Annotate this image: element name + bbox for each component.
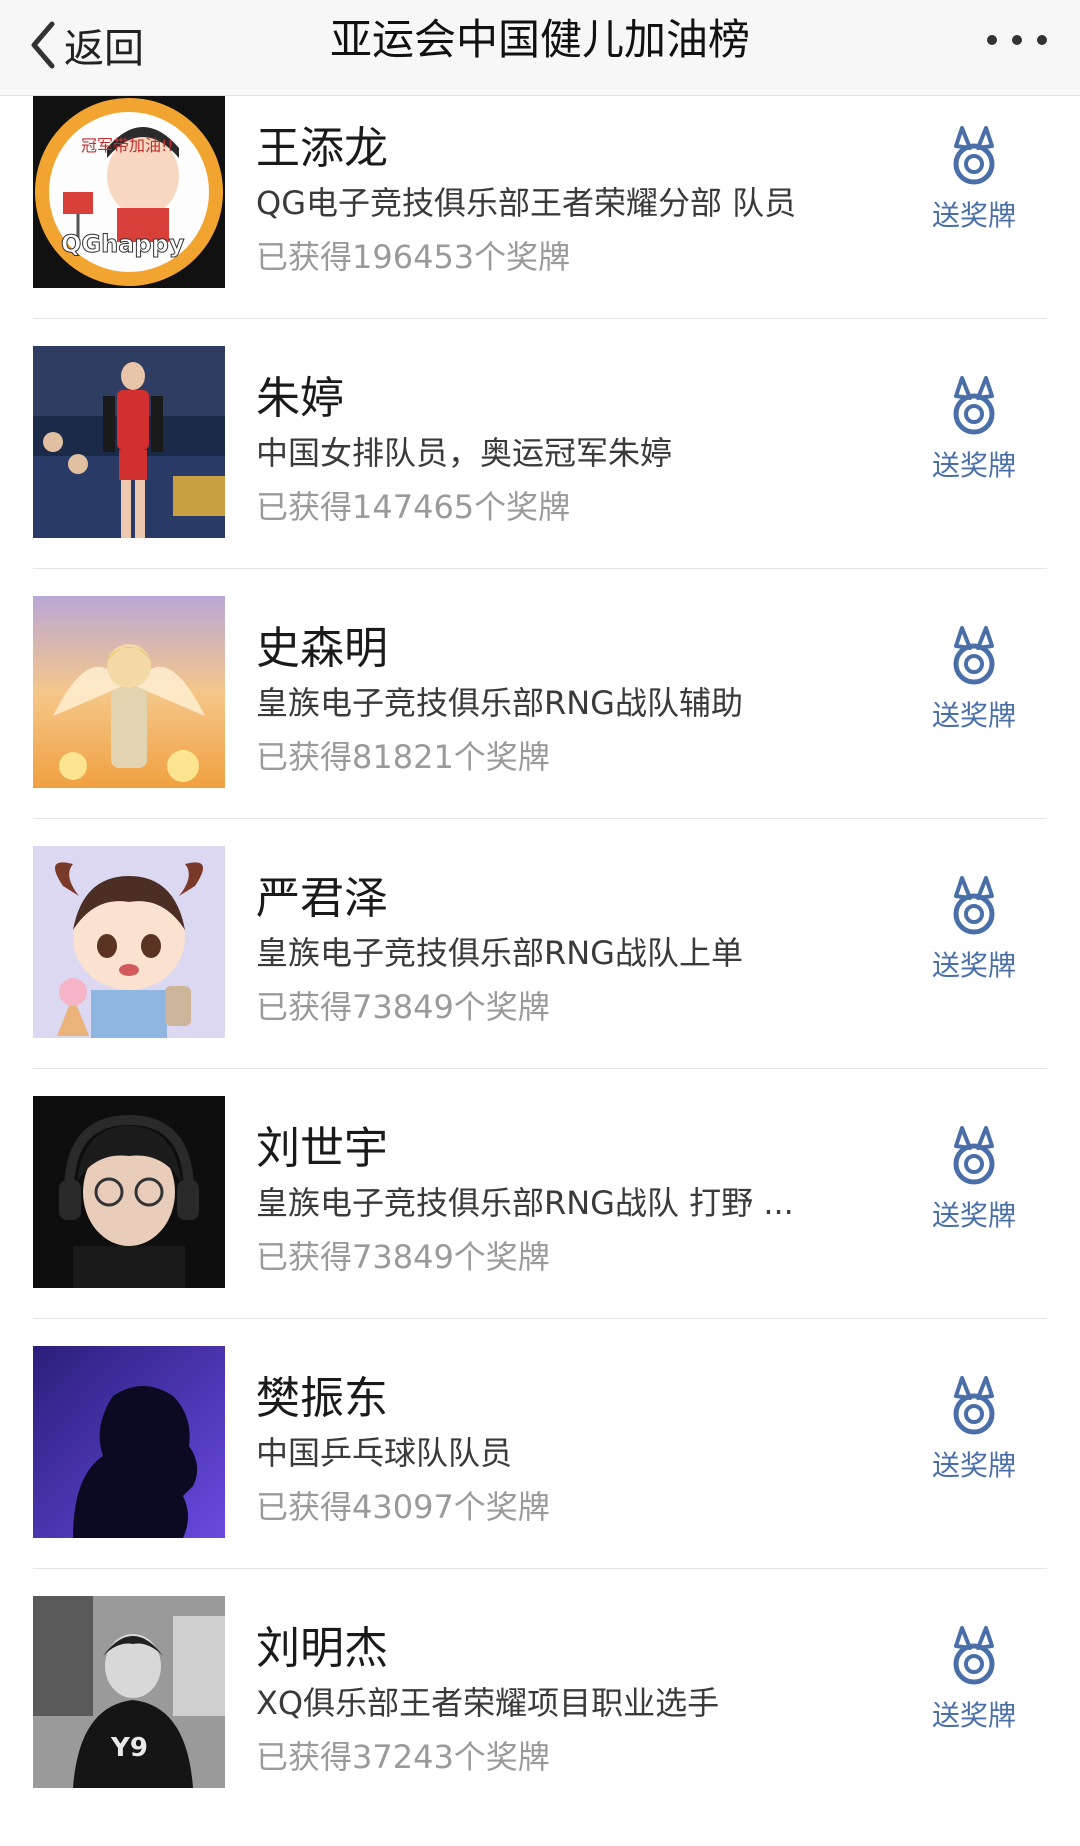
row-divider [33,818,1047,819]
cheer-list: 冠军带加油!! QGhappy Alan 王添龙 QG电子竞技俱乐部王者荣耀分部… [0,96,1080,1846]
row-divider [33,568,1047,569]
row-divider [33,1568,1047,1569]
list-item: 冠军带加油!! QGhappy Alan 王添龙 QG电子竞技俱乐部王者荣耀分部… [0,96,1080,346]
more-button[interactable] [982,22,1052,58]
medal-count: 已获得147465个奖牌 [256,488,571,526]
athlete-desc: 皇族电子竞技俱乐部RNG战队上单 [256,934,743,972]
athlete-name: 严君泽 [256,873,388,924]
row-divider [33,1318,1047,1319]
send-medal-label: 送奖牌 [931,1449,1016,1482]
avatar [33,1346,225,1538]
athlete-desc: 中国乒乓球队队员 [256,1434,513,1472]
send-medal-button[interactable]: 送奖牌 [912,626,1036,746]
send-medal-button[interactable]: 送奖牌 [912,1626,1036,1746]
medal-count: 已获得73849个奖牌 [256,988,550,1026]
send-medal-label: 送奖牌 [931,199,1016,232]
medal-icon [953,876,995,935]
athlete-name: 史森明 [256,623,388,674]
send-medal-label: 送奖牌 [931,1699,1016,1732]
send-medal-button[interactable]: 送奖牌 [912,376,1036,496]
avatar: Y9 [33,1596,225,1788]
athlete-desc: 皇族电子竞技俱乐部RNG战队辅助 [256,684,743,722]
athlete-name: 樊振东 [256,1373,388,1424]
medal-count: 已获得196453个奖牌 [256,238,571,276]
medal-icon [953,126,995,185]
row-divider [33,318,1047,319]
list-item: 朱婷 中国女排队员，奥运冠军朱婷 已获得147465个奖牌 送奖牌 [0,346,1080,596]
send-medal-button[interactable]: 送奖牌 [912,126,1036,246]
page-title: 亚运会中国健儿加油榜 [329,15,750,64]
athlete-name: 王添龙 [256,123,388,174]
send-medal-label: 送奖牌 [931,1199,1016,1232]
send-medal-label: 送奖牌 [931,449,1016,482]
nav-bar: 返回 亚运会中国健儿加油榜 [0,0,1080,96]
more-dots-icon [987,35,1047,45]
medal-icon [953,1126,995,1185]
medal-icon [953,1376,995,1435]
back-button[interactable]: 返回 [28,10,144,80]
medal-count: 已获得43097个奖牌 [256,1488,550,1526]
back-label: 返回 [64,26,144,72]
svg-text:Y9: Y9 [110,1733,148,1763]
avatar [33,596,225,788]
athlete-desc: XQ俱乐部王者荣耀项目职业选手 [256,1684,720,1722]
athlete-desc: 皇族电子竞技俱乐部RNG战队 打野 ... [256,1184,794,1222]
chevron-left-icon [31,21,55,69]
athlete-desc: 中国女排队员，奥运冠军朱婷 [256,434,673,472]
send-medal-button[interactable]: 送奖牌 [912,1126,1036,1246]
athlete-name: 刘明杰 [256,1623,388,1674]
send-medal-label: 送奖牌 [931,949,1016,982]
athlete-name: 刘世宇 [256,1123,388,1174]
send-medal-button[interactable]: 送奖牌 [912,876,1036,996]
avatar [33,346,225,538]
medal-icon [953,626,995,685]
logo-text: QGhappy [61,230,185,258]
list-item: 刘世宇 皇族电子竞技俱乐部RNG战队 打野 ... 已获得73849个奖牌 送奖… [0,1096,1080,1346]
medal-count: 已获得81821个奖牌 [256,738,550,776]
medal-icon [953,376,995,435]
list-item: 严君泽 皇族电子竞技俱乐部RNG战队上单 已获得73849个奖牌 送奖牌 [0,846,1080,1096]
avatar [33,1096,225,1288]
row-divider [33,1068,1047,1069]
avatar [33,846,225,1038]
send-medal-label: 送奖牌 [931,699,1016,732]
list-item: Y9 刘明杰 XQ俱乐部王者荣耀项目职业选手 已获得37243个奖牌 送奖牌 [0,1596,1080,1846]
send-medal-button[interactable]: 送奖牌 [912,1376,1036,1496]
medal-count: 已获得73849个奖牌 [256,1238,550,1276]
medal-icon [953,1626,995,1685]
athlete-name: 朱婷 [256,373,344,424]
badge-text: 冠军带加油!! [81,136,174,155]
athlete-desc: QG电子竞技俱乐部王者荣耀分部 队员 [256,184,797,222]
avatar: 冠军带加油!! QGhappy Alan [33,96,225,288]
list-item: 史森明 皇族电子竞技俱乐部RNG战队辅助 已获得81821个奖牌 送奖牌 [0,596,1080,846]
medal-count: 已获得37243个奖牌 [256,1738,550,1776]
list-item: 樊振东 中国乒乓球队队员 已获得43097个奖牌 送奖牌 [0,1346,1080,1596]
